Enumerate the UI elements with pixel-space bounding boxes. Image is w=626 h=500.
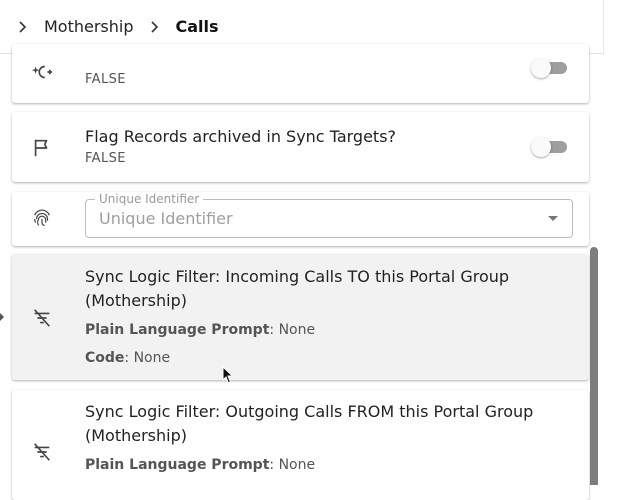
prompt-label: Plain Language Prompt — [85, 322, 270, 338]
filter-title: Sync Logic Filter: Incoming Calls TO thi… — [85, 267, 510, 310]
toggle-thumb — [531, 58, 551, 78]
filter-card-incoming[interactable]: Sync Logic Filter: Incoming Calls TO thi… — [12, 254, 589, 380]
breadcrumb-item-mothership[interactable]: Mothership — [44, 17, 134, 36]
filter-prompt: Plain Language Prompt: None — [85, 322, 315, 338]
flag-icon — [30, 136, 54, 160]
unique-identifier-placeholder: Unique Identifier — [99, 209, 233, 228]
setting-card-flag-records: Flag Records archived in Sync Targets? F… — [12, 112, 589, 182]
prompt-value: : None — [269, 322, 316, 338]
prompt-value: : None — [269, 457, 316, 473]
filter-code: Code: None — [85, 350, 170, 366]
sync-sparkle-icon — [30, 60, 54, 84]
sync-toggle[interactable] — [531, 57, 569, 79]
setting-title: Flag Records archived in Sync Targets? — [85, 127, 397, 146]
scrollbar-thumb[interactable] — [590, 247, 598, 485]
dropdown-arrow-icon[interactable] — [548, 216, 558, 221]
expand-arrow-icon[interactable] — [0, 313, 4, 321]
unique-identifier-label: Unique Identifier — [95, 192, 204, 206]
mouse-cursor-icon — [222, 366, 234, 384]
code-label: Code — [85, 350, 125, 366]
filter-off-icon — [30, 306, 54, 330]
filter-off-icon — [30, 440, 54, 464]
toggle-thumb — [531, 137, 551, 157]
breadcrumb-item-calls: Calls — [175, 17, 219, 36]
prompt-label: Plain Language Prompt — [85, 457, 270, 473]
fingerprint-icon — [30, 206, 54, 230]
filter-prompt: Plain Language Prompt: None — [85, 457, 315, 473]
chevron-right-icon — [16, 20, 30, 34]
setting-value: FALSE — [85, 151, 126, 166]
flag-records-toggle[interactable] — [531, 136, 569, 158]
code-value: : None — [124, 350, 171, 366]
filter-card-outgoing[interactable]: Sync Logic Filter: Outgoing Calls FROM t… — [12, 390, 589, 500]
setting-card-sync: FALSE — [12, 44, 589, 103]
filter-title: Sync Logic Filter: Outgoing Calls FROM t… — [85, 402, 534, 445]
unique-identifier-select[interactable]: Unique Identifier Unique Identifier — [85, 192, 573, 238]
header-divider — [603, 0, 604, 54]
setting-value: FALSE — [85, 72, 126, 87]
setting-card-unique-identifier: Unique Identifier Unique Identifier — [12, 192, 589, 246]
chevron-right-icon — [148, 20, 162, 34]
